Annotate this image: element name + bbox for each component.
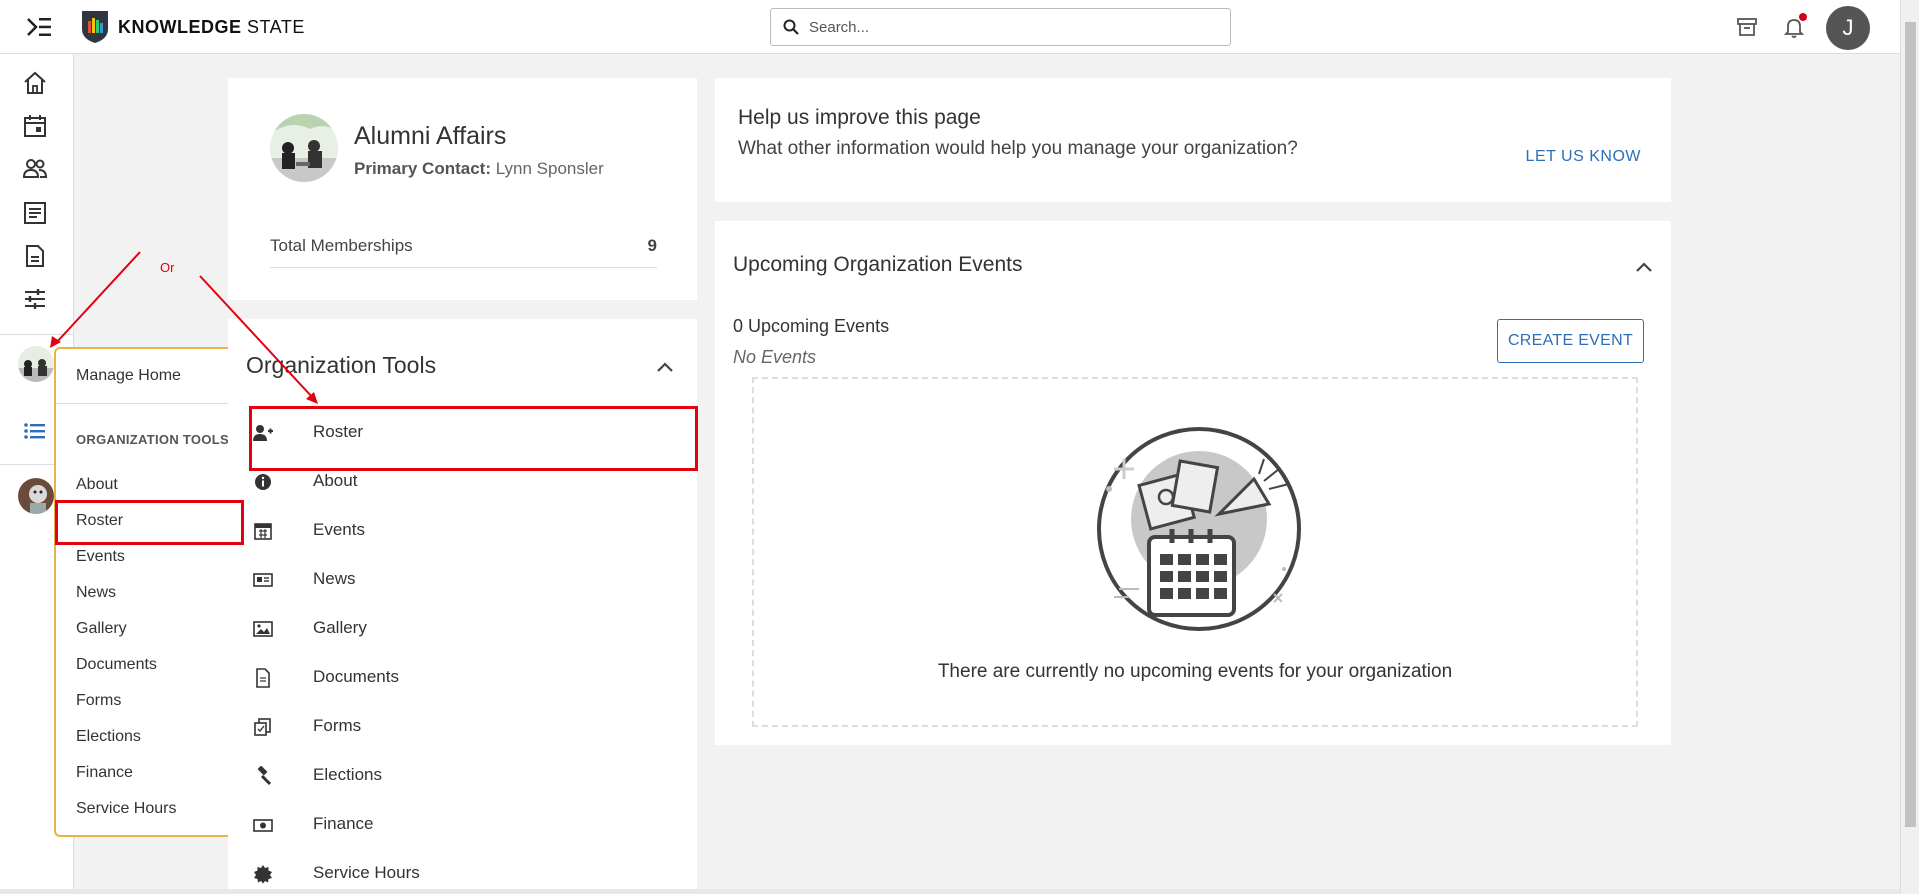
annotation-or-label: Or: [160, 260, 175, 275]
rail-divider: [0, 334, 74, 335]
organization-flyout-menu: Manage Home ORGANIZATION TOOLS About Ros…: [54, 347, 245, 837]
calendar-icon: [254, 523, 272, 540]
tool-events[interactable]: Events: [228, 507, 698, 556]
gavel-icon: [257, 766, 272, 786]
home-icon[interactable]: [22, 70, 48, 96]
tool-elections[interactable]: Elections: [228, 752, 698, 801]
help-title: Help us improve this page: [738, 106, 981, 129]
notification-dot: [1799, 13, 1807, 21]
settings-sliders-icon[interactable]: [22, 286, 48, 312]
no-events-text: No Events: [733, 347, 817, 367]
tool-label-documents: Documents: [313, 667, 399, 686]
organization-photo-icon: [18, 346, 54, 382]
scrollbar[interactable]: [1900, 0, 1919, 894]
list-icon[interactable]: [22, 418, 48, 444]
logo-text-light: STATE: [247, 16, 305, 37]
people-icon[interactable]: [22, 156, 48, 182]
primary-contact-name: Lynn Sponsler: [495, 159, 604, 178]
forms-icon: [254, 718, 271, 736]
flyout-item-elections[interactable]: Elections: [76, 728, 141, 746]
image-icon: [253, 621, 273, 637]
search-box[interactable]: [770, 8, 1231, 46]
empty-calendar-illustration-icon: [1097, 427, 1301, 631]
organization-avatar[interactable]: [18, 346, 54, 382]
organization-photo: [270, 114, 338, 182]
let-us-know-link[interactable]: LET US KNOW: [1526, 148, 1641, 166]
money-icon: [253, 819, 273, 832]
flyout-section-title: ORGANIZATION TOOLS: [76, 432, 229, 447]
info-icon: [255, 474, 271, 490]
newspaper-icon: [253, 573, 273, 587]
organization-tools-title: Organization Tools: [246, 352, 437, 378]
organization-summary-card: Alumni Affairs Primary Contact: Lynn Spo…: [228, 78, 697, 300]
tool-label-news: News: [313, 569, 356, 588]
flyout-item-about[interactable]: About: [76, 476, 118, 494]
tool-forms[interactable]: Forms: [228, 703, 698, 752]
memberships-divider: [270, 267, 657, 268]
help-subtitle: What other information would help you ma…: [738, 138, 1298, 159]
flyout-item-documents[interactable]: Documents: [76, 656, 157, 674]
annotation-highlight-flyout-roster: [55, 500, 244, 545]
primary-contact-label: Primary Contact:: [354, 159, 491, 178]
scrollbar-thumb[interactable]: [1905, 22, 1916, 827]
menu-toggle-icon[interactable]: [26, 16, 52, 38]
logo[interactable]: KNOWLEDGE STATE: [80, 8, 305, 46]
personal-avatar[interactable]: [18, 478, 54, 514]
organization-name: Alumni Affairs: [354, 122, 507, 150]
empty-events-box: There are currently no upcoming events f…: [752, 377, 1638, 727]
badge-icon: [254, 865, 272, 884]
top-bar: KNOWLEDGE STATE J: [0, 0, 1900, 54]
tool-service-hours[interactable]: Service Hours: [228, 850, 698, 894]
flyout-manage-home[interactable]: Manage Home: [76, 367, 181, 385]
user-avatar[interactable]: J: [1826, 6, 1870, 50]
search-icon: [783, 19, 799, 35]
tool-label-gallery: Gallery: [313, 618, 367, 637]
flyout-item-service-hours[interactable]: Service Hours: [76, 800, 176, 818]
flyout-divider: [56, 403, 243, 404]
tool-finance[interactable]: Finance: [228, 801, 698, 850]
document-icon[interactable]: [22, 243, 48, 269]
tool-documents[interactable]: Documents: [228, 654, 698, 703]
chevron-up-icon[interactable]: [656, 361, 674, 373]
flyout-item-finance[interactable]: Finance: [76, 764, 133, 782]
create-event-button[interactable]: CREATE EVENT: [1497, 319, 1644, 363]
shield-logo-icon: [82, 11, 108, 43]
upcoming-events-count: 0 Upcoming Events: [733, 316, 890, 336]
upcoming-events-title: Upcoming Organization Events: [733, 253, 1023, 276]
personal-photo-icon: [18, 478, 54, 514]
flyout-item-forms[interactable]: Forms: [76, 692, 121, 710]
calendar-icon[interactable]: [22, 113, 48, 139]
upcoming-events-card: Upcoming Organization Events 0 Upcoming …: [715, 221, 1671, 745]
primary-contact: Primary Contact: Lynn Sponsler: [354, 159, 604, 179]
search-input[interactable]: [809, 18, 1209, 36]
tool-label-elections: Elections: [313, 765, 382, 784]
tool-news[interactable]: News: [228, 556, 698, 605]
total-memberships-count: 9: [647, 236, 657, 255]
tool-label-about: About: [313, 471, 358, 490]
help-card: Help us improve this page What other inf…: [715, 78, 1671, 202]
chevron-up-icon[interactable]: [1635, 261, 1653, 273]
empty-events-message: There are currently no upcoming events f…: [937, 661, 1453, 682]
tool-label-forms: Forms: [313, 716, 362, 735]
bottom-strip: [0, 889, 1900, 894]
annotation-highlight-tools-roster: [249, 406, 698, 471]
flyout-item-events[interactable]: Events: [76, 548, 125, 566]
flyout-item-news[interactable]: News: [76, 584, 116, 602]
organization-photo-icon: [270, 114, 338, 182]
tool-label-events: Events: [313, 520, 365, 539]
news-icon[interactable]: [22, 200, 48, 226]
tool-label-service-hours: Service Hours: [313, 863, 420, 882]
tool-label-finance: Finance: [313, 814, 374, 833]
total-memberships-label: Total Memberships: [270, 236, 413, 255]
archive-icon[interactable]: [1735, 15, 1759, 39]
tool-gallery[interactable]: Gallery: [228, 605, 698, 654]
document-icon: [256, 668, 270, 688]
flyout-item-gallery[interactable]: Gallery: [76, 620, 127, 638]
logo-text-bold: KNOWLEDGE: [118, 16, 242, 37]
